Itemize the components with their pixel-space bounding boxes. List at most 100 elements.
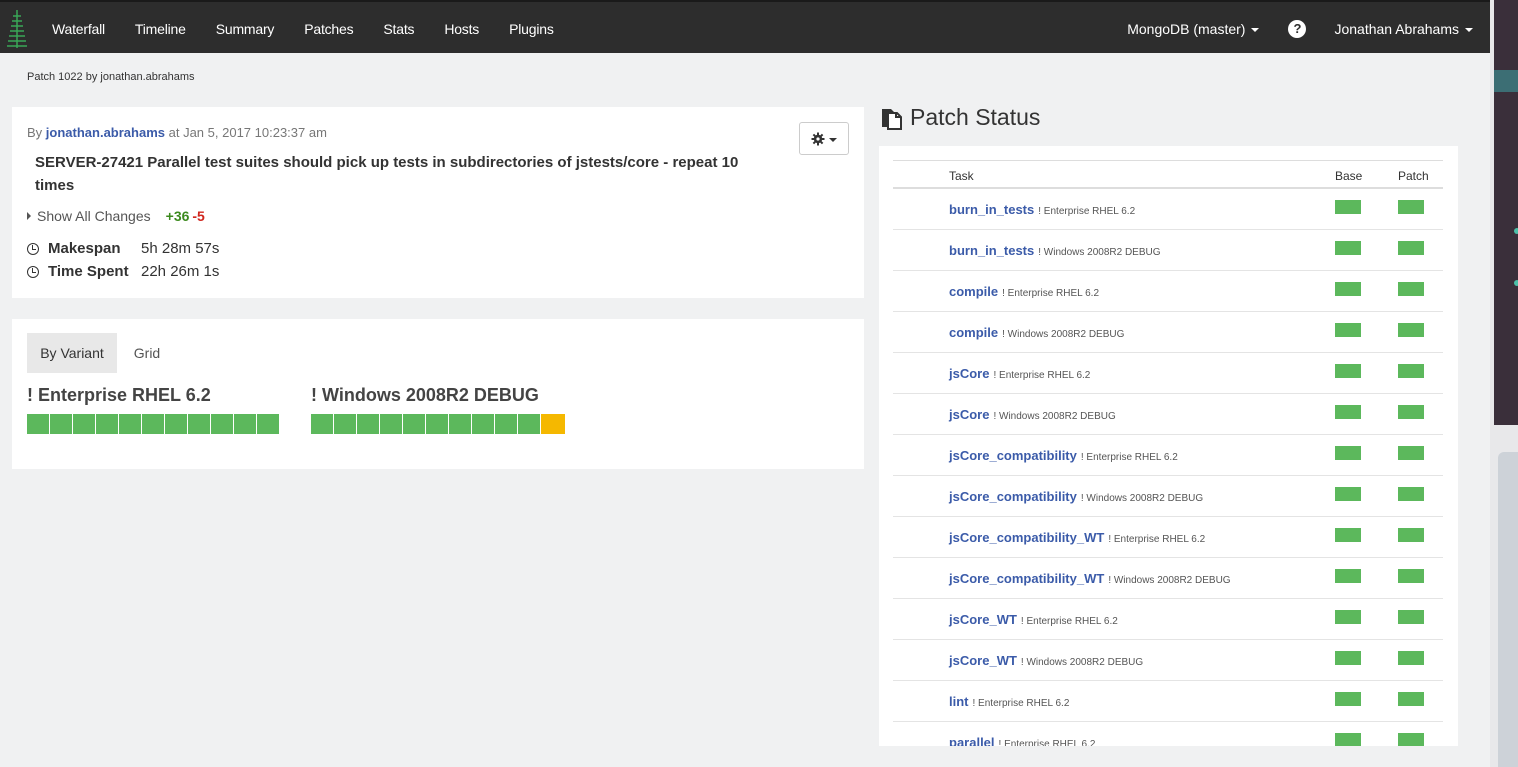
base-status-box[interactable]	[1335, 528, 1361, 542]
task-link[interactable]: jsCore	[949, 407, 989, 422]
base-status-box[interactable]	[1335, 733, 1361, 746]
task-status-box[interactable]	[234, 414, 256, 434]
task-cell: jsCore_compatibility! Windows 2008R2 DEB…	[949, 489, 1203, 504]
task-status-box[interactable]	[188, 414, 210, 434]
task-status-box[interactable]	[403, 414, 425, 434]
patch-status-box[interactable]	[1398, 487, 1424, 501]
task-status-box[interactable]	[426, 414, 448, 434]
patch-status-box[interactable]	[1398, 610, 1424, 624]
task-cell: jsCore_compatibility_WT ! Enterprise RHEL…	[949, 530, 1205, 545]
task-status-box[interactable]	[311, 414, 333, 434]
task-status-box[interactable]	[257, 414, 279, 434]
task-status-box[interactable]	[27, 414, 49, 434]
base-status-box[interactable]	[1335, 323, 1361, 337]
task-variant: ! Enterprise RHEL 6.2	[993, 370, 1091, 381]
patch-status-box[interactable]	[1398, 692, 1424, 706]
task-status-box[interactable]	[96, 414, 118, 434]
base-status-box[interactable]	[1335, 692, 1361, 706]
task-cell: lint! Enterprise RHEL 6.2	[949, 694, 1069, 709]
task-link[interactable]: jsCore_WT	[949, 612, 1017, 627]
task-status-box[interactable]	[50, 414, 72, 434]
nav-link-summary[interactable]: Summary	[216, 21, 275, 37]
patch-status-box[interactable]	[1398, 282, 1424, 296]
base-status-box[interactable]	[1335, 446, 1361, 460]
patch-status-box[interactable]	[1398, 528, 1424, 542]
table-row: compile ! Enterprise RHEL 6.2	[893, 271, 1443, 312]
base-status-box[interactable]	[1335, 364, 1361, 378]
task-link[interactable]: jsCore	[949, 366, 989, 381]
background-window-edge	[1490, 0, 1518, 767]
task-status-box[interactable]	[380, 414, 402, 434]
task-cell: jsCore_compatibility_WT ! Windows 2008R2 …	[949, 571, 1231, 586]
base-status-box[interactable]	[1335, 610, 1361, 624]
task-link[interactable]: jsCore_compatibility	[949, 489, 1077, 504]
nav-link-stats[interactable]: Stats	[383, 21, 414, 37]
task-variant: ! Windows 2008R2 DEBUG	[1038, 247, 1161, 258]
base-status-box[interactable]	[1335, 241, 1361, 255]
task-variant: ! Windows 2008R2 DEBUG	[1108, 575, 1231, 586]
task-link[interactable]: burn_in_tests	[949, 202, 1034, 217]
base-status-box[interactable]	[1335, 282, 1361, 296]
table-row: jsCore_compatibility! Windows 2008R2 DEB…	[893, 476, 1443, 517]
task-status-box[interactable]	[165, 414, 187, 434]
nav-link-plugins[interactable]: Plugins	[509, 21, 554, 37]
patch-status-box[interactable]	[1398, 200, 1424, 214]
task-link[interactable]: burn_in_tests	[949, 243, 1034, 258]
nav-link-waterfall[interactable]: Waterfall	[52, 21, 105, 37]
base-status-box[interactable]	[1335, 405, 1361, 419]
task-link[interactable]: compile	[949, 325, 998, 340]
task-cell: compile ! Windows 2008R2 DEBUG	[949, 325, 1124, 340]
task-status-box[interactable]	[495, 414, 517, 434]
base-status-box[interactable]	[1335, 651, 1361, 665]
help-icon[interactable]: ?	[1288, 19, 1307, 38]
patch-status-box[interactable]	[1398, 651, 1424, 665]
task-link[interactable]: jsCore_compatibility	[949, 448, 1077, 463]
author-link[interactable]: jonathan.abrahams	[46, 125, 165, 140]
task-link[interactable]: lint	[949, 694, 969, 709]
task-status-box[interactable]	[541, 414, 565, 434]
patch-status-box[interactable]	[1398, 241, 1424, 255]
nav-link-patches[interactable]: Patches	[304, 21, 353, 37]
task-variant: ! Windows 2008R2 DEBUG	[1002, 329, 1125, 340]
variant-name[interactable]: ! Enterprise RHEL 6.2	[27, 385, 211, 406]
task-status-box[interactable]	[119, 414, 141, 434]
patch-status-box[interactable]	[1398, 405, 1424, 419]
patch-status-box[interactable]	[1398, 364, 1424, 378]
task-status-box[interactable]	[211, 414, 233, 434]
nav-link-timeline[interactable]: Timeline	[135, 21, 186, 37]
patch-status-box[interactable]	[1398, 733, 1424, 746]
patch-status-box[interactable]	[1398, 569, 1424, 583]
column-header-patch: Patch	[1398, 169, 1429, 183]
nav-link-hosts[interactable]: Hosts	[444, 21, 479, 37]
tab-grid[interactable]: Grid	[130, 333, 164, 373]
task-status-box[interactable]	[449, 414, 471, 434]
task-status-box[interactable]	[334, 414, 356, 434]
project-dropdown[interactable]: MongoDB (master)	[1127, 21, 1260, 37]
patch-status-box[interactable]	[1398, 446, 1424, 460]
evergreen-tree-logo[interactable]	[6, 8, 28, 50]
task-link[interactable]: parallel	[949, 735, 995, 746]
task-link[interactable]: compile	[949, 284, 998, 299]
task-variant: ! Enterprise RHEL 6.2	[972, 698, 1070, 709]
time-spent-value: 22h 26m 1s	[141, 263, 220, 280]
task-link[interactable]: jsCore_WT	[949, 653, 1017, 668]
base-status-box[interactable]	[1335, 487, 1361, 501]
task-status-box[interactable]	[73, 414, 95, 434]
background-window-glass	[1498, 452, 1518, 767]
task-status-box[interactable]	[518, 414, 540, 434]
deletions-count: -5	[192, 208, 205, 224]
user-dropdown[interactable]: Jonathan Abrahams	[1334, 21, 1473, 37]
table-body: burn_in_tests ! Enterprise RHEL 6.2 burn_i…	[893, 189, 1443, 746]
patch-status-box[interactable]	[1398, 323, 1424, 337]
variant-name[interactable]: ! Windows 2008R2 DEBUG	[311, 385, 539, 406]
task-status-box[interactable]	[472, 414, 494, 434]
base-status-box[interactable]	[1335, 569, 1361, 583]
task-status-box[interactable]	[357, 414, 379, 434]
show-all-changes-toggle[interactable]: Show All Changes +36 -5	[27, 208, 205, 224]
tab-by-variant[interactable]: By Variant	[27, 333, 117, 373]
base-status-box[interactable]	[1335, 200, 1361, 214]
task-status-box[interactable]	[142, 414, 164, 434]
settings-dropdown-button[interactable]	[799, 122, 849, 155]
task-link[interactable]: jsCore_compatibility_WT	[949, 530, 1104, 545]
task-link[interactable]: jsCore_compatibility_WT	[949, 571, 1104, 586]
